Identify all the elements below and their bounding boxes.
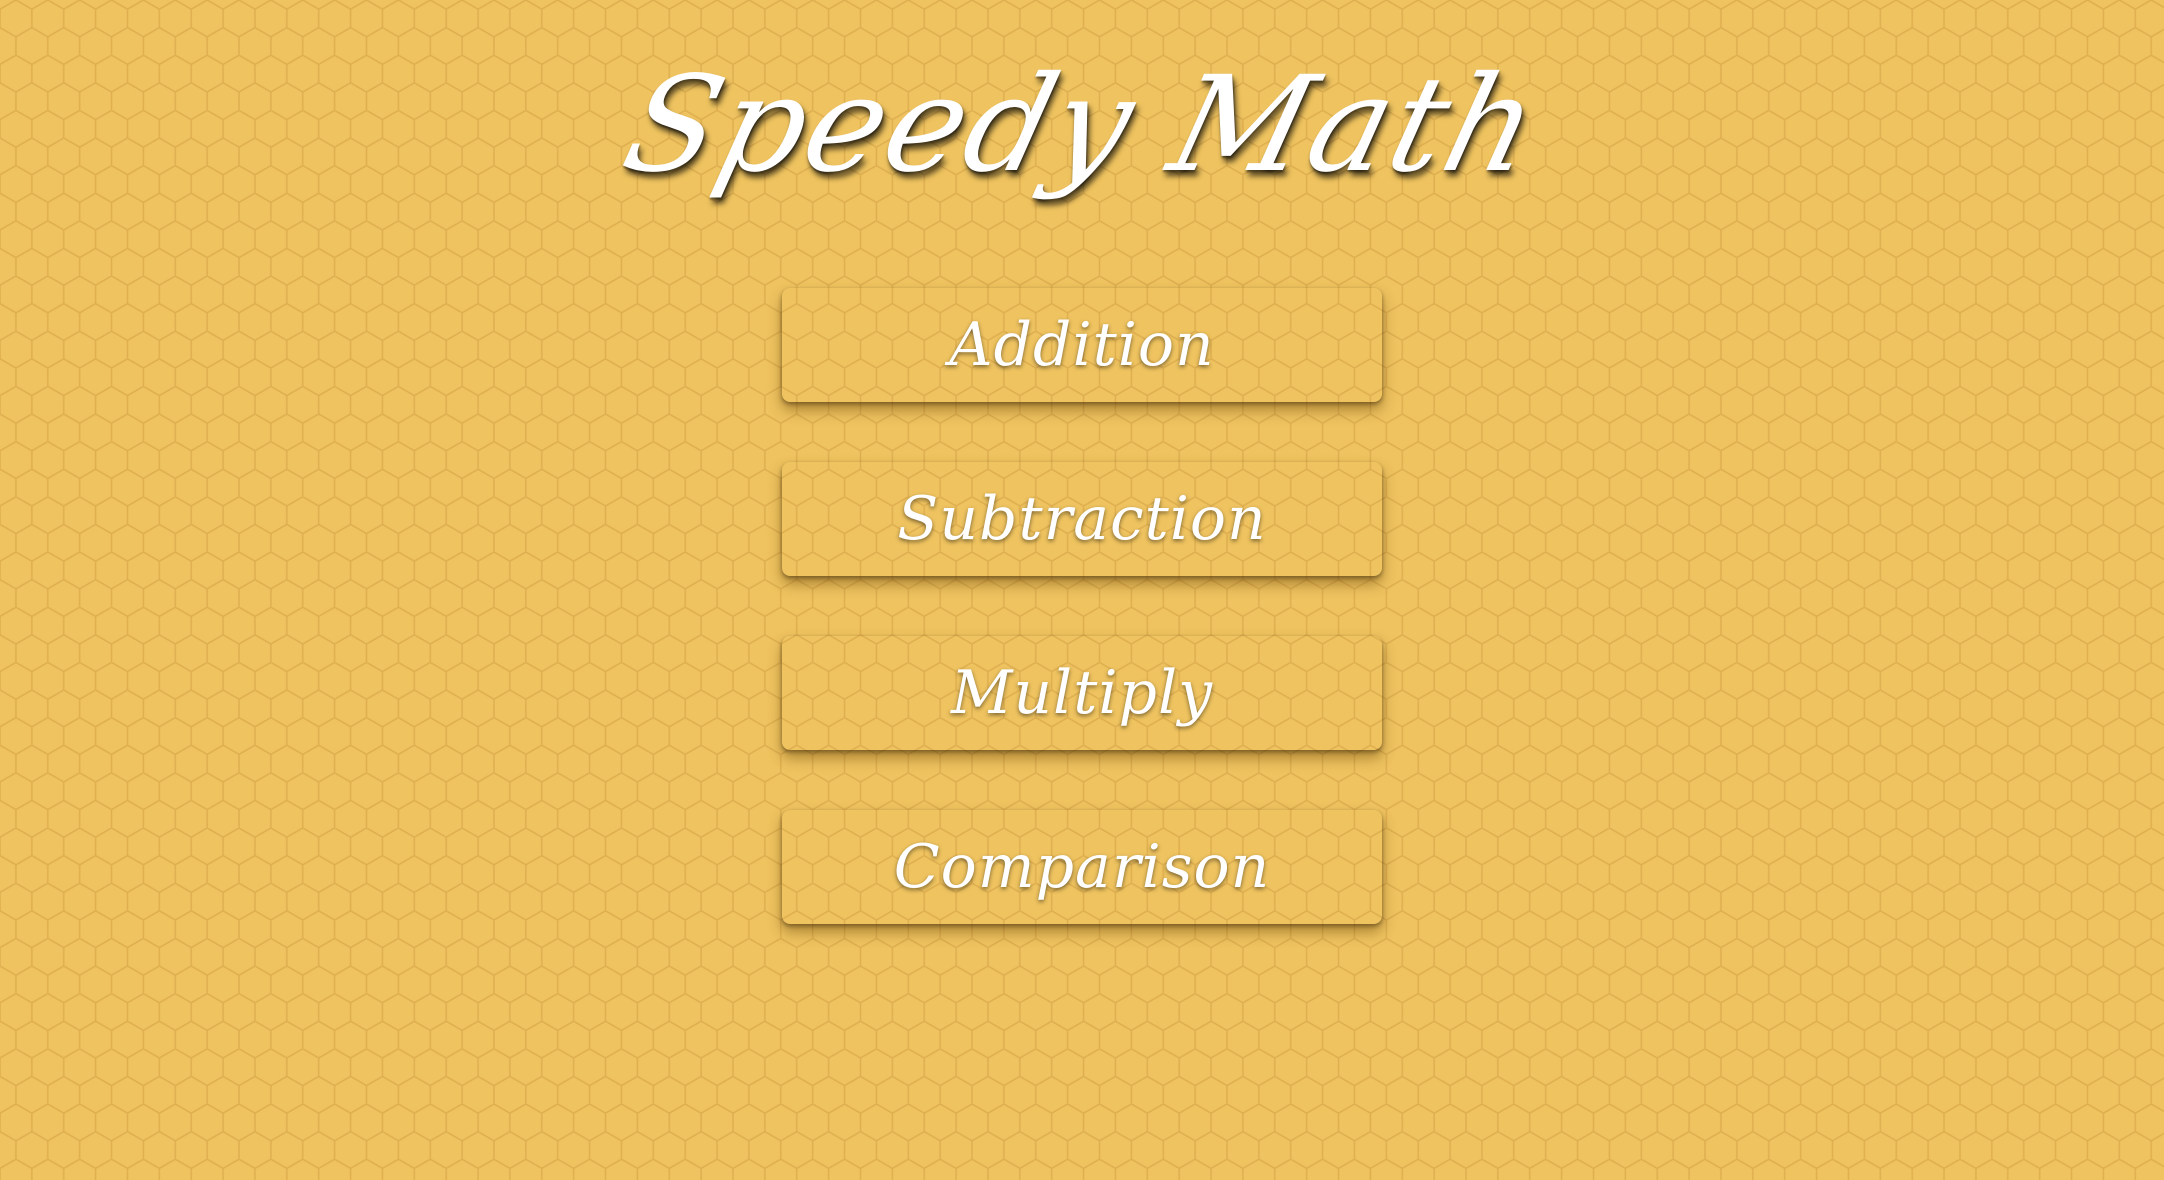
multiply-button-label: Multiply (950, 658, 1214, 728)
addition-button-label: Addition (949, 310, 1215, 380)
subtraction-button[interactable]: Subtraction (782, 462, 1382, 576)
subtraction-button-label: Subtraction (897, 484, 1267, 554)
comparison-button[interactable]: Comparison (782, 810, 1382, 924)
multiply-button[interactable]: Multiply (782, 636, 1382, 750)
main-screen: Speedy Math Addition Subtraction Multipl… (0, 0, 2164, 1180)
comparison-button-label: Comparison (893, 832, 1271, 902)
operation-menu: Addition Subtraction Multiply Comparison (782, 288, 1382, 984)
app-title: Speedy Math (609, 48, 1555, 202)
addition-button[interactable]: Addition (782, 288, 1382, 402)
